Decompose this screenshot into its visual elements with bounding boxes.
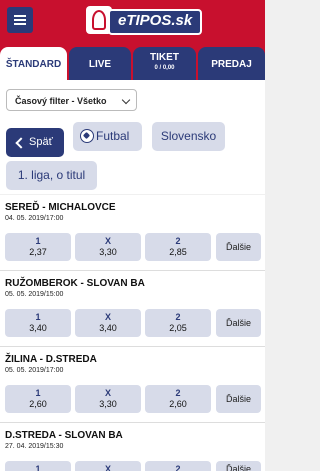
odd-value: 3,40 (99, 323, 117, 333)
odd-value: 2,85 (169, 247, 187, 257)
filter-bar: Časový filter - Všetko (0, 80, 265, 123)
breadcrumb: Späť Futbal Slovensko 1. liga, o titul (0, 122, 265, 194)
event-row: D.STREDA - SLOVAN BA 27. 04. 2019/15:30 … (0, 423, 265, 471)
odd-away-button[interactable]: 2 2,05 (145, 309, 211, 337)
odd-label: 1 (35, 388, 41, 398)
hamburger-menu-icon[interactable] (7, 7, 33, 33)
tab-tiket[interactable]: TIKET 0 / 0,00 (133, 47, 196, 80)
breadcrumb-league-label: 1. liga, o titul (17, 168, 86, 182)
event-date: 05. 05. 2019/15:00 (5, 291, 64, 298)
tab-live[interactable]: LIVE (69, 47, 131, 80)
odd-label: X (104, 388, 111, 398)
odd-label: 1 (35, 236, 41, 246)
tab-predaj[interactable]: PREDAJ (198, 47, 265, 80)
tab-predaj-label: PREDAJ (211, 59, 252, 70)
logo-text: eTIPOS.sk (108, 9, 203, 35)
odd-value: 2,37 (29, 247, 47, 257)
back-button[interactable]: Späť (6, 128, 64, 157)
event-row: SEREĎ - MICHALOVCE 04. 05. 2019/17:00 1 … (0, 195, 265, 271)
odd-value: 3,40 (29, 323, 47, 333)
more-odds-button[interactable]: Ďalšie (216, 385, 261, 413)
odd-label: 2 (175, 312, 181, 322)
odd-home-button[interactable]: 1 3,40 (5, 309, 71, 337)
odd-label: X (104, 236, 111, 246)
event-date: 27. 04. 2019/15:30 (5, 443, 64, 450)
soccer-ball-icon (80, 129, 94, 143)
odd-label: X (104, 312, 111, 322)
time-filter-select[interactable]: Časový filter - Všetko (6, 89, 137, 111)
odd-label: 2 (175, 464, 181, 471)
event-name: SEREĎ - MICHALOVCE (5, 202, 116, 213)
odd-label: 1 (35, 464, 41, 471)
more-odds-button[interactable]: Ďalšie (216, 233, 261, 261)
more-odds-button[interactable]: Ďalšie (216, 309, 261, 337)
breadcrumb-sport-label: Futbal (96, 129, 130, 143)
odd-value: 2,60 (29, 399, 47, 409)
top-bar: eTIPOS.sk (0, 0, 265, 40)
odd-value: 2,05 (169, 323, 187, 333)
odd-label: 1 (35, 312, 41, 322)
event-name: RUŽOMBEROK - SLOVAN BA (5, 278, 145, 289)
tab-standard-label: ŠTANDARD (5, 59, 62, 70)
odd-home-button[interactable]: 1 2,60 (5, 385, 71, 413)
breadcrumb-country[interactable]: Slovensko (152, 122, 225, 151)
odd-draw-button[interactable]: X 3,30 (75, 385, 141, 413)
event-name: D.STREDA - SLOVAN BA (5, 430, 123, 441)
event-row: RUŽOMBEROK - SLOVAN BA 05. 05. 2019/15:0… (0, 271, 265, 347)
main-tabs: ŠTANDARD LIVE TIKET 0 / 0,00 PREDAJ (0, 40, 265, 80)
odd-draw-button[interactable]: X 3,40 (75, 309, 141, 337)
breadcrumb-league[interactable]: 1. liga, o titul (6, 161, 97, 190)
etipos-logo[interactable]: eTIPOS.sk (86, 6, 206, 35)
event-date: 05. 05. 2019/17:00 (5, 367, 64, 374)
event-name: ŽILINA - D.STREDA (5, 354, 97, 365)
odd-draw-button[interactable]: X (75, 461, 141, 471)
chevron-left-icon (15, 137, 27, 149)
odd-draw-button[interactable]: X 3,30 (75, 233, 141, 261)
odd-label: 2 (175, 236, 181, 246)
tab-tiket-label: TIKET (150, 52, 179, 63)
odd-value: 3,30 (99, 399, 117, 409)
odd-label: 2 (175, 388, 181, 398)
tab-tiket-summary: 0 / 0,00 (154, 65, 175, 71)
event-date: 04. 05. 2019/17:00 (5, 215, 64, 222)
odd-value: 3,30 (99, 247, 117, 257)
tab-live-label: LIVE (88, 59, 112, 70)
odd-value: 2,60 (169, 399, 187, 409)
event-row: ŽILINA - D.STREDA 05. 05. 2019/17:00 1 2… (0, 347, 265, 423)
more-odds-button[interactable]: Ďalšie (216, 461, 261, 471)
chevron-down-icon (121, 95, 131, 105)
odd-home-button[interactable]: 1 (5, 461, 71, 471)
breadcrumb-sport[interactable]: Futbal (73, 122, 142, 151)
odd-away-button[interactable]: 2 2,60 (145, 385, 211, 413)
odd-away-button[interactable]: 2 2,85 (145, 233, 211, 261)
odd-away-button[interactable]: 2 (145, 461, 211, 471)
back-button-label: Späť (29, 136, 53, 148)
odd-home-button[interactable]: 1 2,37 (5, 233, 71, 261)
tab-standard[interactable]: ŠTANDARD (0, 47, 67, 80)
odd-label: X (104, 464, 111, 471)
time-filter-value: Časový filter - Všetko (15, 96, 107, 106)
breadcrumb-country-label: Slovensko (160, 129, 217, 143)
